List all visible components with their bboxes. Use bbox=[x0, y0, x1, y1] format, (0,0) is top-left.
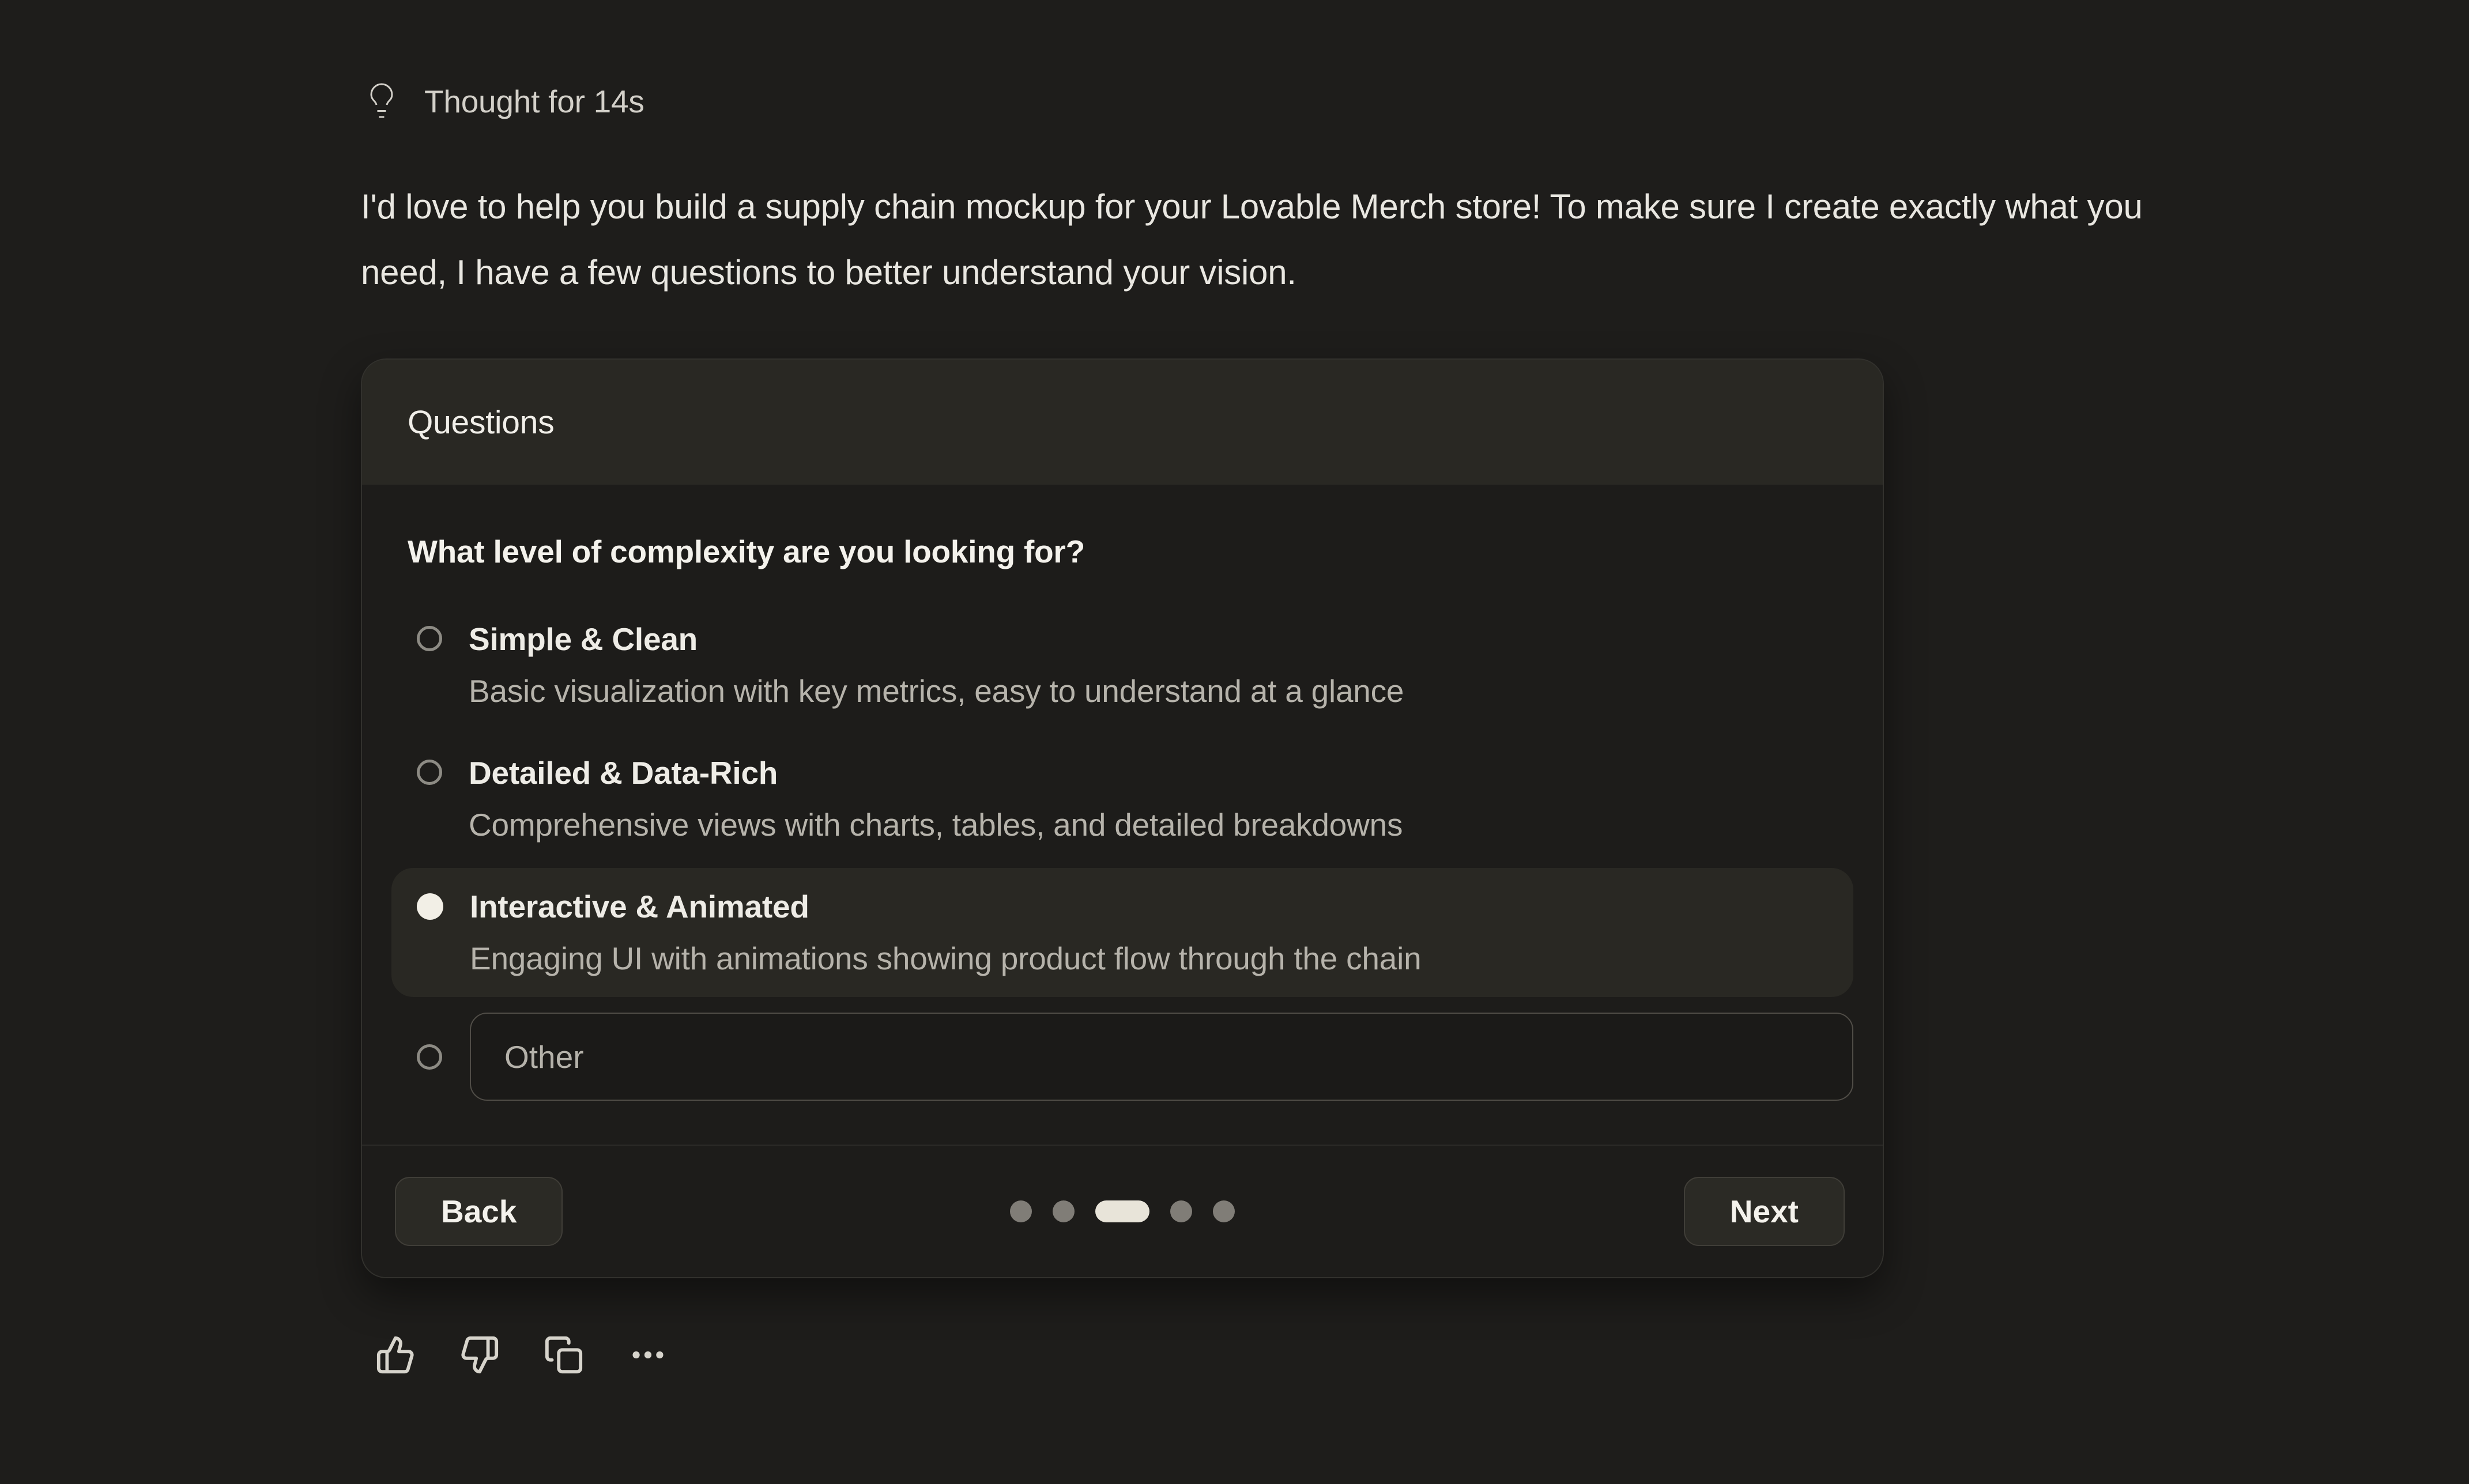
option-text: Detailed & Data-Rich Comprehensive views … bbox=[469, 754, 1403, 844]
thumbs-down-icon bbox=[459, 1335, 500, 1375]
more-options-button[interactable] bbox=[628, 1335, 668, 1375]
card-footer: Back Next bbox=[362, 1145, 1883, 1277]
progress-dot bbox=[1170, 1200, 1192, 1222]
option-description: Basic visualization with key metrics, ea… bbox=[469, 672, 1404, 710]
option-description: Engaging UI with animations showing prod… bbox=[470, 939, 1421, 977]
card-header: Questions bbox=[362, 360, 1883, 485]
card-body: What level of complexity are you looking… bbox=[362, 485, 1883, 1145]
message-actions bbox=[375, 1335, 2229, 1375]
option-other[interactable] bbox=[391, 1013, 1853, 1101]
chat-message: Thought for 14s I'd love to help you bui… bbox=[361, 0, 2229, 1375]
progress-dot bbox=[1213, 1200, 1235, 1222]
copy-button[interactable] bbox=[544, 1335, 584, 1375]
thumbs-down-button[interactable] bbox=[459, 1335, 500, 1375]
copy-icon bbox=[544, 1335, 584, 1375]
card-title: Questions bbox=[408, 403, 554, 441]
option-text: Simple & Clean Basic visualization with k… bbox=[469, 620, 1404, 710]
thought-label: Thought for 14s bbox=[424, 83, 644, 120]
next-button[interactable]: Next bbox=[1684, 1177, 1845, 1246]
thumbs-up-icon bbox=[375, 1335, 416, 1375]
option-label: Simple & Clean bbox=[469, 620, 1404, 658]
options-list: Simple & Clean Basic visualization with k… bbox=[391, 601, 1853, 1101]
progress-dots bbox=[1010, 1200, 1235, 1222]
option-label: Detailed & Data-Rich bbox=[469, 754, 1403, 792]
option-label: Interactive & Animated bbox=[470, 888, 1421, 926]
assistant-message-text: I'd love to help you build a supply chai… bbox=[361, 174, 2229, 305]
progress-dot bbox=[1010, 1200, 1032, 1222]
progress-dot bbox=[1053, 1200, 1075, 1222]
radio-unselected-icon[interactable] bbox=[417, 1044, 442, 1070]
other-option-input[interactable] bbox=[470, 1013, 1853, 1101]
question-text: What level of complexity are you looking… bbox=[408, 533, 1853, 571]
progress-dot-active bbox=[1095, 1200, 1149, 1222]
option-description: Comprehensive views with charts, tables,… bbox=[469, 806, 1403, 844]
option-interactive-animated[interactable]: Interactive & Animated Engaging UI with a… bbox=[391, 868, 1853, 997]
radio-unselected-icon[interactable] bbox=[417, 760, 442, 785]
back-button[interactable]: Back bbox=[395, 1177, 563, 1246]
lightbulb-icon bbox=[361, 81, 402, 122]
questions-card: Questions What level of complexity are y… bbox=[361, 358, 1884, 1278]
thumbs-up-button[interactable] bbox=[375, 1335, 416, 1375]
option-detailed-data-rich[interactable]: Detailed & Data-Rich Comprehensive views … bbox=[391, 734, 1853, 863]
ellipsis-icon bbox=[628, 1335, 668, 1375]
radio-selected-icon[interactable] bbox=[417, 893, 443, 920]
option-simple-clean[interactable]: Simple & Clean Basic visualization with k… bbox=[391, 601, 1853, 730]
thought-header[interactable]: Thought for 14s bbox=[361, 81, 2229, 122]
radio-unselected-icon[interactable] bbox=[417, 626, 442, 651]
option-text: Interactive & Animated Engaging UI with a… bbox=[470, 888, 1421, 977]
